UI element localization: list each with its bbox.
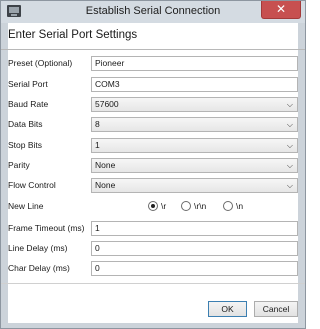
footer-divider — [1, 283, 305, 284]
parity-value: None — [95, 160, 116, 170]
line-delay-label: Line Delay (ms) — [8, 243, 68, 253]
close-icon: ✕ — [275, 2, 287, 16]
preset-label: Preset (Optional) — [8, 58, 73, 68]
ok-button[interactable]: OK — [208, 301, 247, 317]
stop-bits-label: Stop Bits — [8, 140, 43, 150]
char-delay-input[interactable]: 0 — [91, 261, 298, 276]
chevron-down-icon: ⌵ — [286, 120, 293, 129]
flow-control-label: Flow Control — [8, 180, 56, 190]
parity-select[interactable]: None ⌵ — [91, 158, 298, 173]
parity-label: Parity — [8, 160, 30, 170]
serial-port-input[interactable]: COM3 — [91, 77, 298, 92]
flow-control-value: None — [95, 180, 116, 190]
stop-bits-select[interactable]: 1 ⌵ — [91, 138, 298, 153]
data-bits-label: Data Bits — [8, 119, 43, 129]
section-heading: Enter Serial Port Settings — [8, 29, 138, 41]
radio-unselected-icon — [181, 201, 191, 211]
new-line-label: New Line — [8, 201, 44, 211]
cancel-button[interactable]: Cancel — [254, 301, 298, 317]
frame-timeout-label: Frame Timeout (ms) — [8, 223, 85, 233]
radio-label: \n — [236, 201, 244, 211]
chevron-down-icon: ⌵ — [286, 100, 293, 109]
flow-control-select[interactable]: None ⌵ — [91, 178, 298, 193]
chevron-down-icon: ⌵ — [286, 161, 293, 170]
preset-input[interactable]: Pioneer — [91, 56, 298, 71]
frame-timeout-input[interactable]: 1 — [91, 221, 298, 236]
close-button[interactable]: ✕ — [261, 1, 301, 19]
dialog-content: Enter Serial Port Settings Preset (Optio… — [1, 23, 305, 323]
header-divider — [1, 49, 305, 50]
data-bits-value: 8 — [95, 119, 100, 129]
radio-label: \r\n — [194, 201, 207, 211]
baud-rate-label: Baud Rate — [8, 99, 49, 109]
char-delay-label: Char Delay (ms) — [8, 263, 70, 273]
radio-unselected-icon — [223, 201, 233, 211]
baud-rate-select[interactable]: 57600 ⌵ — [91, 97, 298, 112]
radio-selected-icon — [148, 201, 158, 211]
serial-port-label: Serial Port — [8, 79, 48, 89]
line-delay-input[interactable]: 0 — [91, 241, 298, 256]
data-bits-select[interactable]: 8 ⌵ — [91, 117, 298, 132]
baud-rate-value: 57600 — [95, 99, 119, 109]
dialog-window: Establish Serial Connection ✕ Enter Seri… — [0, 0, 306, 329]
radio-label: \r — [161, 201, 167, 211]
stop-bits-value: 1 — [95, 140, 100, 150]
chevron-down-icon: ⌵ — [286, 181, 293, 190]
chevron-down-icon: ⌵ — [286, 141, 293, 150]
window-title: Establish Serial Connection — [85, 5, 221, 17]
title-bar[interactable]: Establish Serial Connection ✕ — [1, 1, 305, 23]
